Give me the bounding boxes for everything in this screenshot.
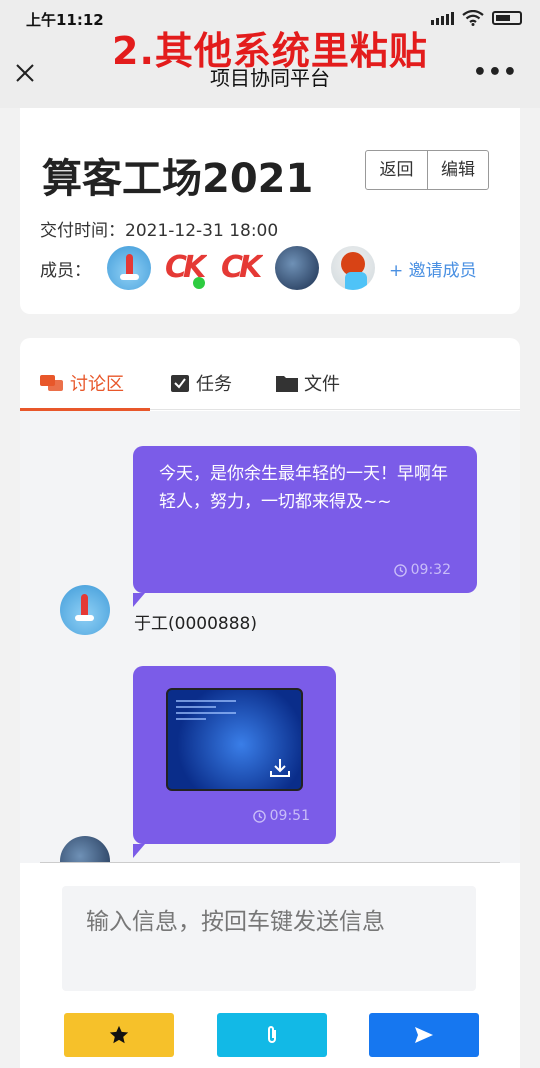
tab-discussion[interactable]: 讨论区: [40, 370, 124, 396]
composer-actions: [64, 1013, 479, 1057]
tab-label: 任务: [196, 374, 232, 395]
avatar[interactable]: [60, 836, 110, 863]
project-card: 算客工场2021 返回 编辑 交付时间：2021-12-31 18:00 成员：…: [20, 108, 520, 314]
project-actions: 返回 编辑: [365, 150, 489, 190]
message-input[interactable]: 输入信息，按回车键发送信息: [62, 886, 476, 991]
message-bubble[interactable]: 今天，是你余生最年轻的一天！早啊年轻人，努力，一切都来得及~~ 09:32: [133, 446, 477, 607]
overlay-caption: 2.其他系统里粘贴: [112, 29, 428, 73]
message-time-text: 09:32: [410, 562, 451, 578]
tab-tasks[interactable]: 任务: [170, 370, 232, 396]
message-list[interactable]: 今天，是你余生最年轻的一天！早啊年轻人，努力，一切都来得及~~ 09:32 于工…: [20, 411, 520, 863]
tab-label: 文件: [304, 374, 340, 395]
invite-member-link[interactable]: + 邀请成员: [389, 256, 477, 281]
deliver-label: 交付时间：: [40, 221, 125, 241]
avatar[interactable]: [60, 585, 110, 635]
send-icon: [415, 1027, 433, 1043]
discussion-card: 讨论区 任务 文件 今天，是你余生最年轻的一天！早啊年轻人，努力，一切都来得及~…: [20, 338, 520, 1068]
message-text: 今天，是你余生最年轻的一天！早啊年轻人，努力，一切都来得及~~: [159, 464, 448, 512]
project-title: 算客工场2021: [42, 156, 314, 202]
checklist-icon: [171, 375, 189, 392]
folder-icon: [276, 376, 298, 392]
members-label: 成员：: [40, 260, 91, 281]
members-row: 成员： CK CK + 邀请成员: [40, 246, 477, 290]
chat-bubbles-icon: [40, 375, 63, 391]
star-button[interactable]: [64, 1013, 174, 1057]
clock-icon: [252, 809, 266, 823]
paperclip-icon: [268, 1026, 276, 1043]
image-thumbnail[interactable]: [166, 688, 303, 791]
image-message-bubble[interactable]: 09:51: [133, 666, 336, 858]
avatar[interactable]: [107, 246, 151, 290]
message-time: 09:32: [393, 556, 451, 584]
tab-bar: 讨论区 任务 文件: [20, 338, 520, 411]
divider: [40, 862, 500, 863]
deliver-value: 2021-12-31 18:00: [125, 221, 279, 241]
message-time: 09:51: [252, 808, 310, 824]
attach-button[interactable]: [217, 1013, 327, 1057]
tab-label: 讨论区: [70, 374, 124, 395]
download-icon[interactable]: [269, 757, 291, 779]
star-icon: [109, 1025, 129, 1044]
back-button[interactable]: 返回: [366, 151, 427, 189]
avatar[interactable]: [331, 246, 375, 290]
message-sender: 于工(0000888): [134, 614, 257, 634]
clock-icon: [393, 563, 407, 577]
message-time-text: 09:51: [269, 808, 310, 824]
avatar[interactable]: [275, 246, 319, 290]
send-button[interactable]: [369, 1013, 479, 1057]
avatar[interactable]: CK: [163, 246, 207, 290]
tab-files[interactable]: 文件: [276, 370, 340, 396]
edit-button[interactable]: 编辑: [427, 151, 488, 189]
deliver-time: 交付时间：2021-12-31 18:00: [40, 216, 278, 241]
avatar[interactable]: CK: [219, 246, 263, 290]
